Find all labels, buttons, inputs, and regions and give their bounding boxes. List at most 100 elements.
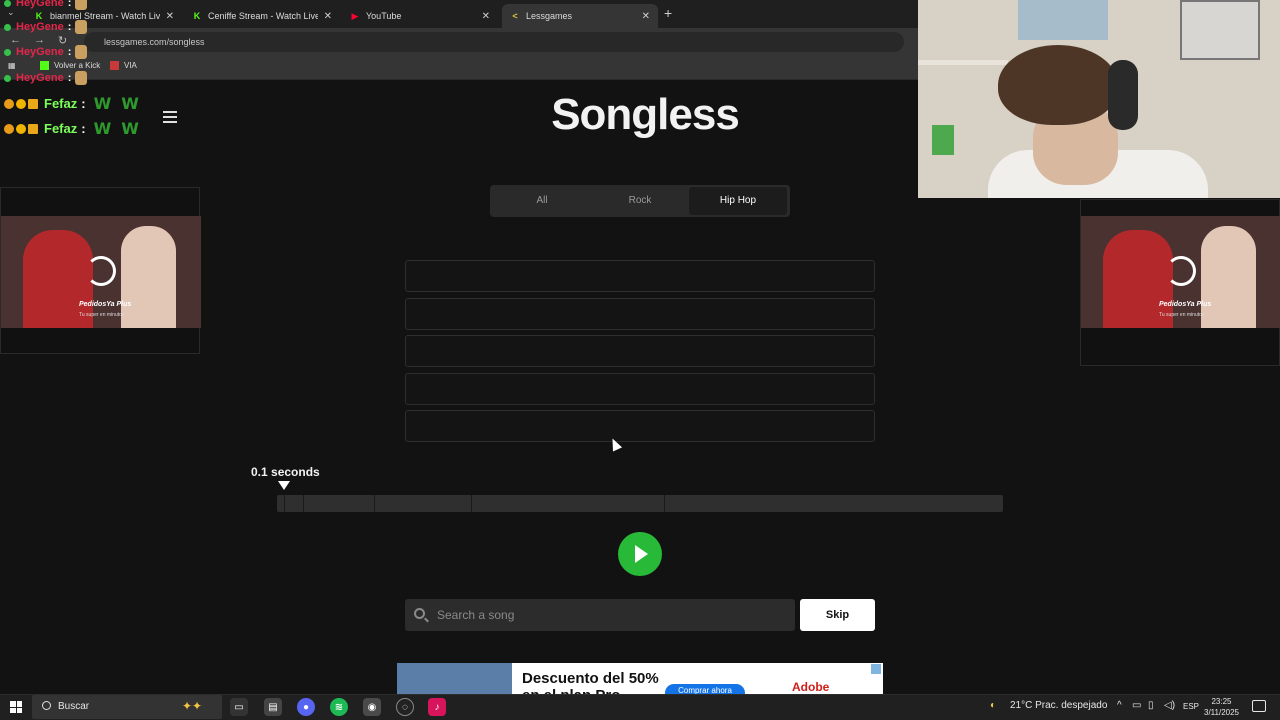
chat-line: HeyGene : <box>4 0 88 10</box>
clip-length-label: 0.1 seconds <box>251 465 320 479</box>
notifications-icon[interactable] <box>1252 700 1266 712</box>
taskbar-clock[interactable]: 23:25 3/11/2025 <box>1204 696 1239 718</box>
close-tab-icon[interactable]: ✕ <box>482 11 490 22</box>
emote-icon <box>75 0 88 10</box>
chrome-icon[interactable]: ◉ <box>363 698 381 716</box>
emote-icon <box>75 71 88 85</box>
youtube-icon: ▶ <box>351 10 359 21</box>
timeline-segment-divider <box>284 495 285 512</box>
network-icon[interactable]: ▭ <box>1132 700 1141 711</box>
ad-headline: Descuento del 50% en el plan Pro <box>522 670 659 694</box>
live-dot-icon <box>4 23 11 31</box>
replay-icon[interactable] <box>86 256 116 286</box>
spotify-icon[interactable]: ≋ <box>330 698 348 716</box>
chat-line: HeyGene : <box>4 45 88 59</box>
tab-all[interactable]: All <box>493 187 591 215</box>
search-input[interactable] <box>437 599 787 631</box>
kick-icon: K <box>193 11 201 21</box>
replay-icon[interactable] <box>1166 256 1196 286</box>
url-text: lessgames.com/songless <box>104 37 205 47</box>
close-tab-icon[interactable]: ✕ <box>166 11 174 22</box>
guess-slot-5 <box>405 410 875 442</box>
tray-chevron-icon[interactable]: ^ <box>1117 700 1122 711</box>
clock-date: 3/11/2025 <box>1204 708 1239 717</box>
tab-ceniffe[interactable]: K Ceniffe Stream - Watch Live on ✕ <box>184 4 340 28</box>
timeline-segment-divider <box>303 495 304 512</box>
emote-icon <box>75 45 88 59</box>
lessgames-icon: < <box>512 11 518 21</box>
search-icon <box>42 701 51 710</box>
bookmark-via[interactable]: VIA <box>110 61 137 70</box>
tab-rock[interactable]: Rock <box>591 187 689 215</box>
chat-username: HeyGene <box>16 0 64 9</box>
live-dot-icon <box>4 0 11 7</box>
taskbar-search[interactable]: Buscar ✦✦ <box>32 695 222 719</box>
close-tab-icon[interactable]: ✕ <box>642 11 650 22</box>
chat-line: HeyGene : <box>4 20 88 34</box>
play-icon <box>635 545 648 563</box>
creeper-figure <box>932 125 954 155</box>
shelf <box>918 60 1008 65</box>
tab-title: Lessgames <box>526 11 573 21</box>
chat-line: HeyGene : <box>4 71 88 85</box>
sparkle-icon: ✦✦ <box>182 699 203 713</box>
obs-icon[interactable]: ◌ <box>396 698 414 716</box>
screen: ⌄ K bianmel Stream - Watch Live on ✕ K C… <box>0 0 1280 720</box>
new-tab-icon[interactable]: + <box>664 5 672 21</box>
play-button[interactable] <box>618 532 662 576</box>
tab-hip-hop[interactable]: Hip Hop <box>689 187 787 215</box>
kick-icon <box>40 61 49 70</box>
volume-icon[interactable]: ◁) <box>1164 700 1175 711</box>
chat-username: HeyGene <box>16 72 64 84</box>
close-tab-icon[interactable]: ✕ <box>324 11 332 22</box>
battery-icon[interactable]: ▯ <box>1148 700 1154 711</box>
side-ad-right[interactable]: PedidosYa Plus Tu super en minutos <box>1080 199 1280 366</box>
tiktok-icon[interactable]: ♪ <box>428 698 446 716</box>
tab-youtube[interactable]: ▶ YouTube ✕ <box>342 4 498 28</box>
bookmarks-bar <box>0 56 918 80</box>
app-icon[interactable]: ▤ <box>264 698 282 716</box>
ad-image <box>397 663 512 694</box>
tab-title: Ceniffe Stream - Watch Live on <box>208 11 318 21</box>
streamer-hair <box>998 45 1118 125</box>
task-view-icon[interactable]: ▭ <box>230 698 248 716</box>
live-dot-icon <box>4 74 11 82</box>
weather-text[interactable]: 21°C Prac. despejado <box>1010 700 1107 711</box>
song-search <box>405 599 795 631</box>
ad-brand: PedidosYa Plus <box>79 301 132 308</box>
ad-tagline: Tu super en minutos <box>1159 312 1205 318</box>
playhead-marker-icon <box>278 481 290 490</box>
language-indicator[interactable]: ESP <box>1183 702 1199 711</box>
chat-username: HeyGene <box>16 46 64 58</box>
discord-icon[interactable]: ● <box>297 698 315 716</box>
webcam-overlay <box>918 0 1280 198</box>
guess-slot-3 <box>405 335 875 367</box>
skip-button[interactable]: Skip <box>800 599 875 631</box>
flag-icon <box>110 61 119 70</box>
address-bar[interactable]: lessgames.com/songless <box>84 32 904 52</box>
clock-time: 23:25 <box>1211 697 1232 706</box>
taskbar-search-label: Buscar <box>58 701 90 712</box>
timeline-segment-divider <box>471 495 472 512</box>
ad-tagline: Tu super en minutos <box>79 312 125 318</box>
bookmark-label: Volver a Kick <box>54 61 101 70</box>
tab-lessgames[interactable]: < Lessgames ✕ <box>502 4 658 28</box>
timeline-segment-divider <box>374 495 375 512</box>
whiteboard <box>1180 0 1260 60</box>
windows-start-icon[interactable] <box>10 701 22 713</box>
clip-timeline <box>277 495 1003 512</box>
headset <box>1108 60 1138 130</box>
guess-slot-1 <box>405 260 875 292</box>
guess-slot-4 <box>405 373 875 405</box>
ad-brand: Adobe <box>792 680 830 694</box>
ad-choices-icon[interactable] <box>871 664 881 674</box>
apps-grid-icon[interactable]: ▦ <box>8 61 16 70</box>
weather-icon: ◐ <box>990 700 997 711</box>
ad-cta-button[interactable]: Comprar ahora <box>665 684 745 694</box>
wall-poster <box>1018 0 1108 40</box>
side-ad-left[interactable]: PedidosYa Plus Tu super en minutos <box>0 187 201 354</box>
bookmark-volver-a-kick[interactable]: Volver a Kick <box>40 61 100 70</box>
tab-title: YouTube <box>366 11 402 21</box>
ad-banner[interactable]: Descuento del 50% en el plan Pro Comprar… <box>397 663 883 694</box>
bookmark-label: VIA <box>124 61 137 70</box>
